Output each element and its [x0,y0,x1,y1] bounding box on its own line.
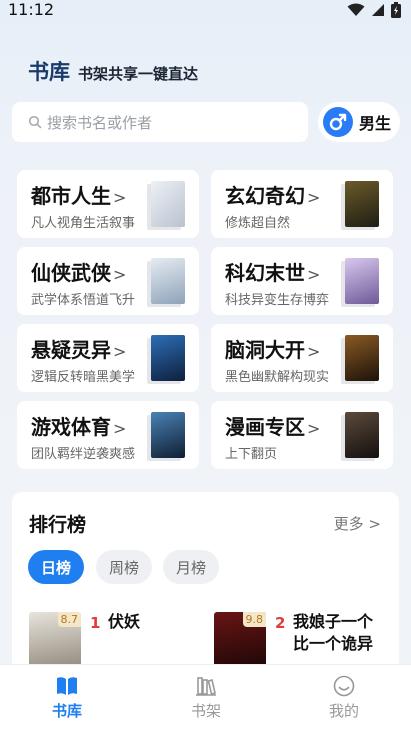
category-name: 脑洞大开 > [225,338,321,362]
category-card-scifi[interactable]: 科幻末世 > 科技异变生存博弈 [211,247,393,315]
category-card-xianxia[interactable]: 仙侠武侠 > 武学体系悟道飞升 [17,247,199,315]
status-bar: 11:12 [0,0,411,22]
book-rating: 9.8 [242,612,266,627]
book-rank: 2 [275,614,286,632]
bottom-nav: 书库 书架 我的 [0,664,411,730]
category-desc: 上下翻页 [225,447,278,462]
book-rating: 8.7 [57,612,81,627]
category-desc: 逻辑反转暗黑美学 [31,370,136,385]
smile-face-icon [333,675,355,697]
chevron-right-icon: > [113,265,127,284]
category-name: 仙侠武侠 > [31,261,127,285]
nav-item-profile[interactable]: 我的 [309,675,379,721]
gender-toggle-button[interactable]: 男生 [318,102,400,142]
nav-item-bookshelf[interactable]: 书架 [171,675,241,721]
battery-icon [391,2,401,18]
chevron-right-icon: > [113,419,127,438]
page-title: 书库 [28,60,70,84]
tab-monthly[interactable]: 月榜 [163,550,219,584]
category-cover-image [345,181,379,227]
category-cover-image [151,335,185,381]
category-name: 游戏体育 > [31,415,127,439]
book-open-icon [57,677,77,695]
category-cover-image [151,258,185,304]
category-name: 都市人生 > [31,184,127,208]
status-icons [347,2,401,18]
category-cover-image [151,181,185,227]
page-subtitle: 书架共享一键直达 [78,65,199,83]
book-cover-image[interactable]: 8.7 [29,612,81,672]
category-cover-image [151,412,185,458]
gender-label: 男生 [359,114,392,133]
category-cover-image [345,335,379,381]
tab-daily[interactable]: 日榜 [28,550,84,584]
nav-label: 书库 [51,702,82,720]
category-card-comics[interactable]: 漫画专区 > 上下翻页 [211,401,393,469]
search-placeholder: 搜索书名或作者 [47,113,153,132]
chevron-right-icon: > [307,265,321,284]
chevron-right-icon: > [113,342,127,361]
category-card-imagination[interactable]: 脑洞大开 > 黑色幽默解构现实 [211,324,393,392]
category-card-urban[interactable]: 都市人生 > 凡人视角生活叙事 [17,170,199,238]
chevron-right-icon: > [307,188,321,207]
category-desc: 科技异变生存博弈 [225,293,330,308]
book-title[interactable]: 我娘子一个 比一个诡异 [293,611,373,655]
category-desc: 武学体系悟道飞升 [31,293,136,308]
chevron-right-icon: > [368,515,381,533]
page-header: 书库 书架共享一键直达 [28,56,198,86]
ranking-title: 排行榜 [29,514,87,536]
category-cover-image [345,412,379,458]
search-input[interactable]: 搜索书名或作者 [12,102,308,142]
category-desc: 凡人视角生活叙事 [31,216,136,231]
status-time: 11:12 [8,0,55,19]
category-card-gaming-sports[interactable]: 游戏体育 > 团队羁绊逆袭爽感 [17,401,199,469]
nav-label: 书架 [190,702,221,720]
category-name: 悬疑灵异 > [31,338,127,362]
chevron-right-icon: > [113,188,127,207]
category-card-fantasy[interactable]: 玄幻奇幻 > 修炼超自然 [211,170,393,238]
search-icon [28,115,42,129]
more-link[interactable]: 更多 > [334,513,381,534]
book-cover-image[interactable]: 9.8 [214,612,266,672]
bookshelf-icon [196,677,216,696]
book-title[interactable]: 伏妖 [108,611,140,633]
category-desc: 团队羁绊逆袭爽感 [31,447,136,462]
category-name: 漫画专区 > [225,415,321,439]
male-icon [323,107,353,137]
signal-icon [372,4,384,16]
chevron-right-icon: > [307,342,321,361]
category-desc: 修炼超自然 [225,216,291,231]
category-card-mystery[interactable]: 悬疑灵异 > 逻辑反转暗黑美学 [17,324,199,392]
tab-weekly[interactable]: 周榜 [96,550,152,584]
book-rank: 1 [90,614,101,632]
nav-item-library[interactable]: 书库 [32,675,102,721]
category-desc: 黑色幽默解构现实 [225,370,330,385]
category-cover-image [345,258,379,304]
category-name: 玄幻奇幻 > [225,184,321,208]
wifi-icon [347,3,365,16]
nav-label: 我的 [328,702,359,720]
chevron-right-icon: > [307,419,321,438]
category-name: 科幻末世 > [225,261,321,285]
